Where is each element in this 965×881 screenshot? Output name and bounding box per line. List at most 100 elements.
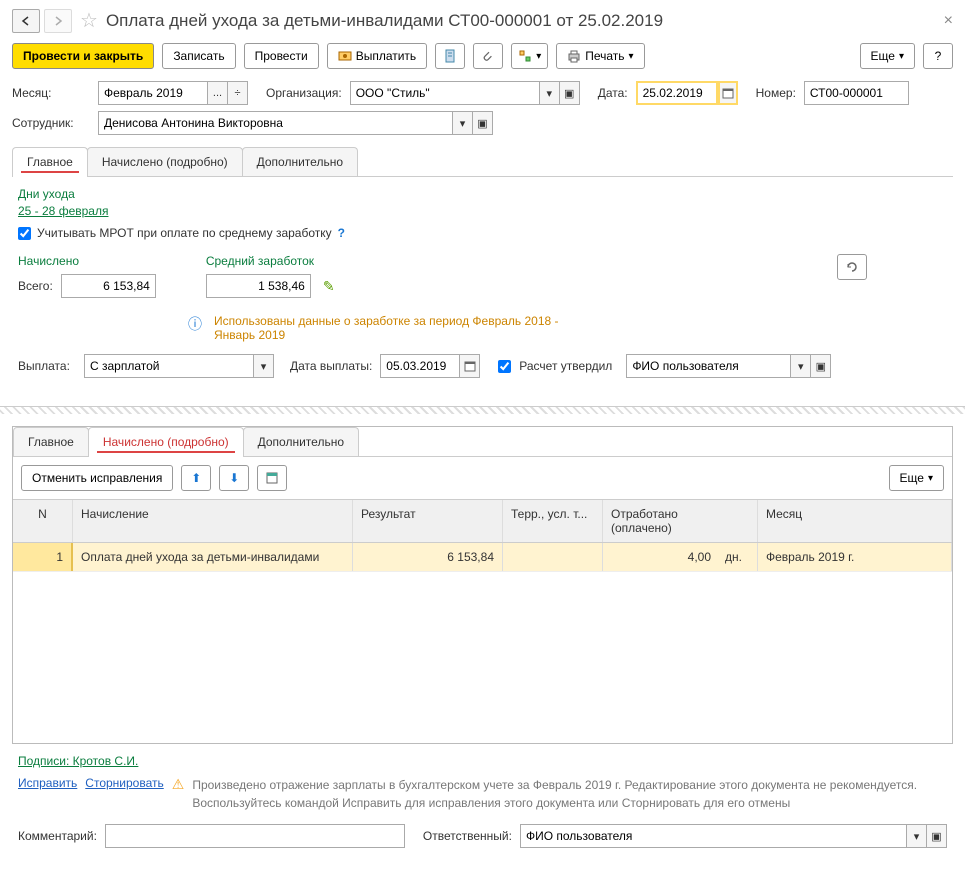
approved-open-button[interactable]: ▣ (811, 354, 831, 378)
tab2-main[interactable]: Главное (13, 427, 89, 456)
col-header-name[interactable]: Начисление (73, 500, 353, 542)
month-input[interactable] (98, 81, 208, 105)
cell-name: Оплата дней ухода за детьми-инвалидами (73, 543, 353, 571)
month-picker-button[interactable]: ... (208, 81, 228, 105)
comment-label: Комментарий: (18, 829, 97, 843)
table-row[interactable]: 1 Оплата дней ухода за детьми-инвалидами… (13, 543, 952, 572)
move-up-button[interactable]: ⬆ (181, 465, 211, 491)
tab-main[interactable]: Главное (12, 147, 88, 176)
edit-pencil-icon[interactable]: ✎ (323, 278, 335, 295)
date-calendar-button[interactable] (718, 81, 738, 105)
col-header-result[interactable]: Результат (353, 500, 503, 542)
number-input[interactable] (804, 81, 909, 105)
org-dropdown-button[interactable]: ▾ (540, 81, 560, 105)
payment-input[interactable] (84, 354, 254, 378)
payment-dropdown-button[interactable]: ▾ (254, 354, 274, 378)
print-button[interactable]: Печать ▾ (556, 43, 644, 69)
money-icon (338, 49, 352, 63)
approved-label: Расчет утвердил (519, 359, 612, 373)
payment-date-input[interactable] (380, 354, 460, 378)
cell-n: 1 (13, 543, 73, 571)
org-input[interactable] (350, 81, 540, 105)
printer-icon (567, 49, 581, 63)
arrow-right-icon (52, 16, 64, 26)
arrow-up-icon: ⬆ (191, 471, 201, 485)
document-icon (443, 49, 457, 63)
signature-link[interactable]: Подписи: Кротов С.И. (18, 754, 138, 768)
accrued-col-label: Начислено (18, 254, 156, 268)
mrot-label: Учитывать МРОТ при оплате по среднему за… (37, 226, 332, 240)
month-clear-button[interactable]: ÷ (228, 81, 248, 105)
cell-terr (503, 543, 603, 571)
approved-input[interactable] (626, 354, 791, 378)
approved-dropdown-button[interactable]: ▾ (791, 354, 811, 378)
document-icon-button[interactable] (435, 43, 465, 69)
cancel-corrections-button[interactable]: Отменить исправления (21, 465, 173, 491)
paperclip-icon (481, 49, 495, 63)
nav-forward-button[interactable] (44, 9, 72, 33)
more-button[interactable]: Еще ▾ (860, 43, 915, 69)
employee-label: Сотрудник: (12, 116, 90, 130)
avg-input[interactable] (206, 274, 311, 298)
payment-date-label: Дата выплаты: (290, 359, 372, 373)
col-header-n[interactable]: N (13, 500, 73, 542)
date-input[interactable] (636, 81, 718, 105)
mrot-checkbox[interactable] (18, 227, 31, 240)
tab2-additional[interactable]: Дополнительно (243, 427, 359, 456)
approved-checkbox[interactable] (498, 360, 511, 373)
pay-button[interactable]: Выплатить (327, 43, 428, 69)
org-label: Организация: (266, 86, 342, 100)
structure-button[interactable]: ▾ (511, 43, 548, 69)
total-label: Всего: (18, 279, 53, 293)
warning-text: Произведено отражение зарплаты в бухгалт… (192, 776, 917, 812)
cell-worked: 4,00 дн. (603, 543, 758, 571)
col-header-month[interactable]: Месяц (758, 500, 952, 542)
info-text: Использованы данные о заработке за перио… (214, 314, 594, 342)
date-label: Дата: (598, 86, 628, 100)
employee-input[interactable] (98, 111, 453, 135)
org-open-button[interactable]: ▣ (560, 81, 580, 105)
col-header-worked[interactable]: Отработано (оплачено) (603, 500, 758, 542)
info-icon: ⓘ (188, 314, 202, 334)
post-button[interactable]: Провести (244, 43, 319, 69)
tab-accrued[interactable]: Начислено (подробно) (87, 147, 243, 176)
move-down-button[interactable]: ⬇ (219, 465, 249, 491)
nav-back-button[interactable] (12, 9, 40, 33)
help-button[interactable]: ? (923, 43, 953, 69)
days-label: Дни ухода (18, 187, 947, 201)
employee-open-button[interactable]: ▣ (473, 111, 493, 135)
cell-month: Февраль 2019 г. (758, 543, 952, 571)
favorite-star-icon[interactable]: ☆ (80, 8, 98, 33)
more-button-2[interactable]: Еще ▾ (889, 465, 944, 491)
number-label: Номер: (756, 86, 796, 100)
col-header-terr[interactable]: Терр., усл. т... (503, 500, 603, 542)
responsible-open-button[interactable]: ▣ (927, 824, 947, 848)
attach-button[interactable] (473, 43, 503, 69)
cell-result: 6 153,84 (353, 543, 503, 571)
tab-additional[interactable]: Дополнительно (242, 147, 358, 176)
refresh-button[interactable] (837, 254, 867, 280)
responsible-input[interactable] (520, 824, 907, 848)
total-input[interactable] (61, 274, 156, 298)
tab2-accrued[interactable]: Начислено (подробно) (88, 427, 244, 456)
save-button[interactable]: Записать (162, 43, 235, 69)
close-button[interactable]: × (944, 12, 953, 30)
card-view-button[interactable] (257, 465, 287, 491)
refresh-icon (845, 260, 859, 274)
payment-date-calendar-button[interactable] (460, 354, 480, 378)
responsible-label: Ответственный: (423, 829, 512, 843)
responsible-dropdown-button[interactable]: ▾ (907, 824, 927, 848)
avg-col-label: Средний заработок (206, 254, 335, 268)
calendar-icon (464, 360, 476, 372)
arrow-down-icon: ⬇ (229, 471, 239, 485)
page-title: Оплата дней ухода за детьми-инвалидами С… (106, 11, 663, 31)
employee-dropdown-button[interactable]: ▾ (453, 111, 473, 135)
post-and-close-button[interactable]: Провести и закрыть (12, 43, 154, 69)
month-label: Месяц: (12, 86, 90, 100)
correct-link[interactable]: Исправить (18, 776, 77, 790)
calendar-icon (722, 87, 734, 99)
comment-input[interactable] (105, 824, 405, 848)
mrot-help-icon[interactable]: ? (338, 226, 345, 240)
reverse-link[interactable]: Сторнировать (85, 776, 163, 790)
days-link[interactable]: 25 - 28 февраля (18, 204, 108, 218)
